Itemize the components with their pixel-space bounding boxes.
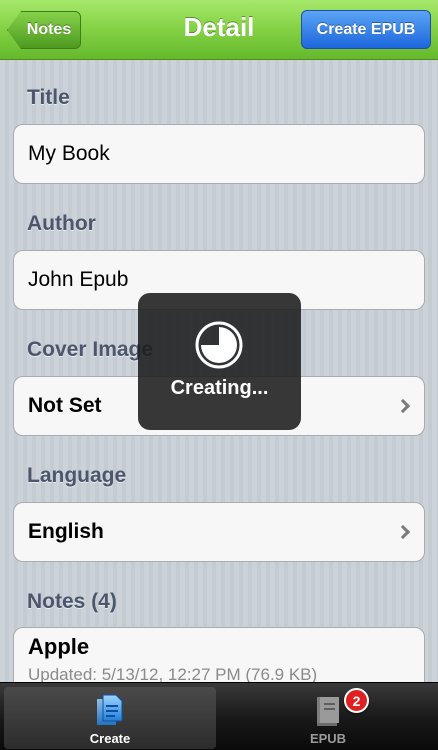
tab-create-label: Create <box>89 731 131 746</box>
title-field[interactable]: My Book <box>13 124 425 184</box>
cover-image-label: Cover Image <box>27 338 154 361</box>
title-label: Title <box>27 86 70 109</box>
language-label: Language <box>27 464 127 487</box>
document-icon <box>97 694 123 725</box>
tab-create[interactable]: Create <box>4 687 216 749</box>
author-value: John Epub <box>28 268 129 291</box>
book-icon <box>317 697 339 726</box>
title-value: My Book <box>28 142 110 165</box>
cover-image-value: Not Set <box>28 394 102 417</box>
hud-text: Creating... <box>170 377 269 399</box>
create-epub-button[interactable]: Create EPUB <box>301 10 431 49</box>
creating-progress-hud: Creating... <box>138 293 301 430</box>
chevron-right-icon <box>395 398 411 414</box>
language-value: English <box>28 520 104 543</box>
notes-label: Notes (4) <box>27 590 117 613</box>
note-title: Apple <box>28 634 90 659</box>
chevron-right-icon <box>395 524 411 540</box>
tab-bar: Create 2 EPUB <box>0 682 438 750</box>
progress-pie-icon <box>195 321 243 369</box>
tab-epub-label: EPUB <box>309 731 347 746</box>
tab-epub[interactable]: 2 EPUB <box>222 687 434 749</box>
epub-count-badge: 2 <box>344 688 369 713</box>
author-label: Author <box>27 212 96 235</box>
navigation-bar: Notes Detail Create EPUB <box>0 0 438 60</box>
language-cell[interactable]: English <box>13 502 425 562</box>
